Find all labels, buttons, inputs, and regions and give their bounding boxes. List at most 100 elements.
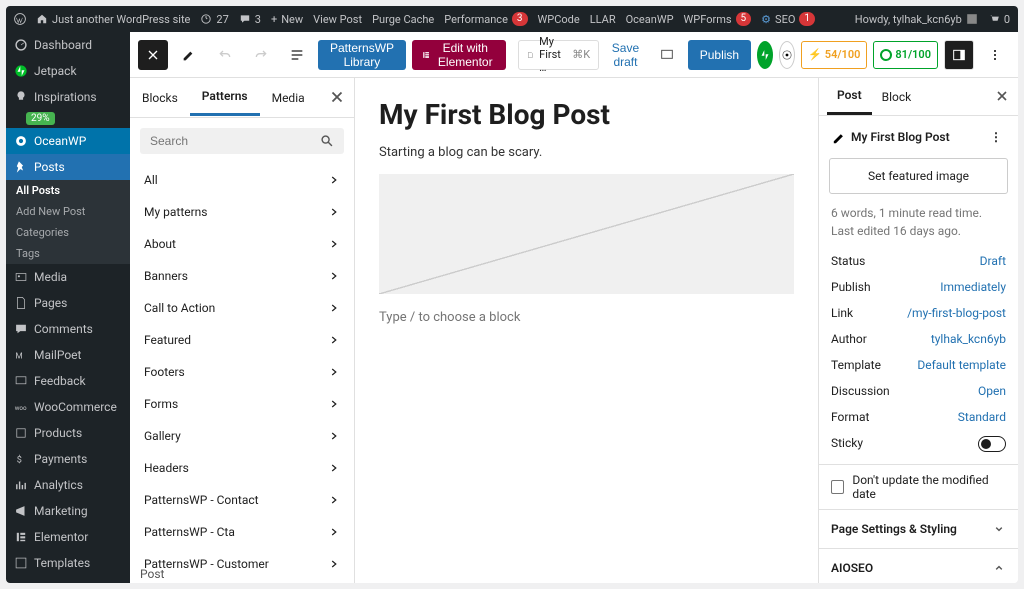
post-actions-button[interactable]: ⋮	[986, 126, 1006, 148]
panel-page-settings[interactable]: Page Settings & Styling	[819, 510, 1018, 549]
llar[interactable]: LLAR	[590, 13, 616, 26]
wpforms[interactable]: WPForms 5	[684, 12, 752, 26]
purge-cache[interactable]: Purge Cache	[372, 13, 434, 26]
view-post[interactable]: View Post	[313, 13, 362, 26]
tab-media[interactable]: Media	[260, 81, 317, 115]
sidebar-inspirations[interactable]: Inspirations	[6, 84, 130, 110]
summary-value[interactable]: Default template	[917, 358, 1006, 372]
search-icon	[320, 134, 334, 148]
pattern-category-item[interactable]: PatternsWP - Contact	[130, 484, 354, 516]
sidebar-addnew[interactable]: Add New Post	[6, 201, 130, 222]
wp-logo[interactable]	[14, 13, 26, 25]
tools-button[interactable]	[174, 40, 204, 70]
pattern-category-item[interactable]: Gallery	[130, 420, 354, 452]
pattern-category-item[interactable]: All	[130, 164, 354, 196]
pattern-category-item[interactable]: My patterns	[130, 196, 354, 228]
sidebar-templates[interactable]: Templates	[6, 550, 130, 576]
dont-update-date-row[interactable]: Don't update the modified date	[819, 464, 1018, 510]
sidebar-feedback[interactable]: Feedback	[6, 368, 130, 394]
post-title-summary[interactable]: My First …⌘K	[518, 40, 600, 70]
sidebar-oceanwp[interactable]: OceanWP	[6, 128, 130, 154]
cart-icon	[988, 13, 1000, 25]
sidebar-woocommerce[interactable]: wooWooCommerce	[6, 394, 130, 420]
sticky-toggle[interactable]	[978, 436, 1006, 452]
seo-score-1[interactable]: ⚡54/100	[801, 41, 867, 69]
sidebar-dashboard[interactable]: Dashboard	[6, 32, 130, 58]
sidebar-products[interactable]: Products	[6, 420, 130, 446]
performance[interactable]: Performance 3	[444, 12, 527, 26]
pattern-category-item[interactable]: Banners	[130, 260, 354, 292]
sidebar-posts[interactable]: Posts	[6, 154, 130, 180]
options-button[interactable]	[980, 40, 1010, 70]
publish-button[interactable]: Publish	[688, 40, 751, 70]
panel-aioseo[interactable]: AIOSEO	[819, 549, 1018, 583]
wpcode[interactable]: WPCode	[538, 13, 580, 26]
document-overview-button[interactable]	[282, 40, 312, 70]
cart[interactable]: 0	[988, 13, 1010, 26]
inserter-close-button[interactable]	[328, 88, 346, 106]
sidebar-tags[interactable]: Tags	[6, 243, 130, 264]
site-home[interactable]: Just another WordPress site	[36, 13, 190, 26]
pattern-category-item[interactable]: About	[130, 228, 354, 260]
payments-icon: $	[14, 452, 28, 466]
svg-text:$: $	[17, 455, 22, 466]
sidebar-allposts[interactable]: All Posts	[6, 180, 130, 201]
new-content[interactable]: + New	[271, 13, 303, 26]
undo-button[interactable]	[210, 40, 240, 70]
paragraph-block[interactable]: Starting a blog can be scary.	[379, 145, 794, 160]
aioseo-round-button[interactable]	[779, 41, 795, 69]
summary-value[interactable]: Open	[978, 384, 1006, 398]
howdy[interactable]: Howdy, tylhak_kcn6yb	[855, 13, 978, 26]
search-input[interactable]	[150, 134, 320, 148]
edit-with-elementor-button[interactable]: Edit with Elementor	[412, 40, 506, 70]
settings-toggle-button[interactable]	[944, 40, 974, 70]
sidebar-jetpack[interactable]: Jetpack	[6, 58, 130, 84]
redo-button[interactable]	[246, 40, 276, 70]
tab-post[interactable]: Post	[827, 78, 872, 115]
sidebar-comments[interactable]: Comments	[6, 316, 130, 342]
tab-block[interactable]: Block	[872, 80, 922, 114]
sidebar-mailpoet[interactable]: MMailPoet	[6, 342, 130, 368]
sidebar-elementor[interactable]: Elementor	[6, 524, 130, 550]
seo-score-2[interactable]: 81/100	[873, 41, 938, 69]
inserter-search[interactable]	[140, 128, 344, 154]
pattern-category-item[interactable]: Footers	[130, 356, 354, 388]
summary-value[interactable]: Draft	[980, 254, 1006, 268]
pattern-category-item[interactable]: PatternsWP - Cta	[130, 516, 354, 548]
settings-close-button[interactable]	[994, 88, 1010, 107]
sidebar-payments[interactable]: $Payments	[6, 446, 130, 472]
seo[interactable]: ⚙ SEO 1	[761, 12, 815, 26]
patternswp-library-button[interactable]: PatternsWP Library	[318, 40, 406, 70]
set-featured-image-button[interactable]: Set featured image	[829, 158, 1008, 194]
preview-button[interactable]	[652, 40, 682, 70]
sidebar-analytics[interactable]: Analytics	[6, 472, 130, 498]
image-placeholder-block[interactable]	[379, 174, 794, 294]
checkbox[interactable]	[831, 480, 844, 494]
summary-value[interactable]: Standard	[958, 410, 1006, 424]
pattern-category-item[interactable]: Featured	[130, 324, 354, 356]
comments-count[interactable]: 3	[239, 13, 261, 26]
oceanwp-ab[interactable]: OceanWP	[626, 13, 674, 26]
close-inserter-button[interactable]	[138, 40, 168, 70]
summary-value[interactable]: /my-first-blog-post	[907, 306, 1006, 320]
tab-blocks[interactable]: Blocks	[130, 81, 190, 115]
sidebar-media[interactable]: Media	[6, 264, 130, 290]
block-appender[interactable]: Type / to choose a block	[379, 310, 794, 325]
updates[interactable]: 27	[200, 13, 228, 26]
summary-value[interactable]: Immediately	[940, 280, 1006, 294]
pattern-category-item[interactable]: Call to Action	[130, 292, 354, 324]
sidebar-categories[interactable]: Categories	[6, 222, 130, 243]
kebab-icon	[987, 47, 1003, 63]
sidebar-marketing[interactable]: Marketing	[6, 498, 130, 524]
editor-canvas[interactable]: My First Blog Post Starting a blog can b…	[355, 78, 818, 583]
save-draft-button[interactable]: Save draft	[605, 41, 646, 69]
pattern-category-item[interactable]: Forms	[130, 388, 354, 420]
summary-value[interactable]: tylhak_kcn6yb	[931, 332, 1006, 346]
svg-text:M: M	[15, 352, 22, 362]
jetpack-button[interactable]	[757, 41, 773, 69]
post-title[interactable]: My First Blog Post	[379, 98, 794, 131]
mailpoet-icon: M	[14, 348, 28, 362]
tab-patterns[interactable]: Patterns	[190, 79, 260, 116]
sidebar-pages[interactable]: Pages	[6, 290, 130, 316]
pattern-category-item[interactable]: Headers	[130, 452, 354, 484]
